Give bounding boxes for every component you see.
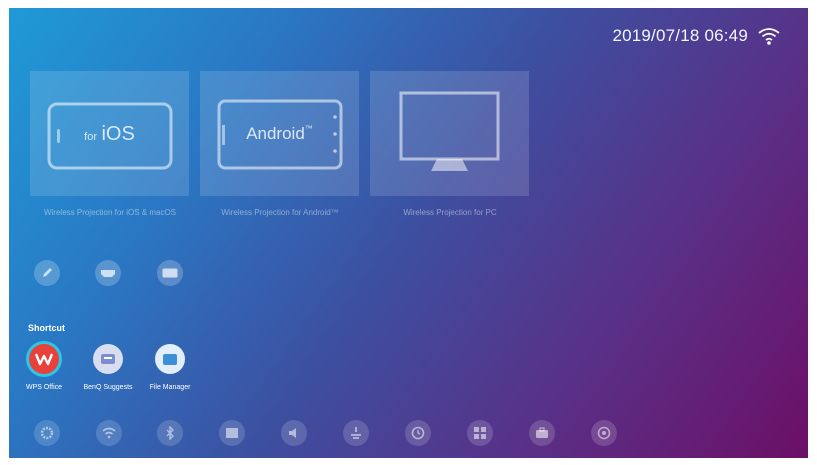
tile-ios-caption: Wireless Projection for iOS & macOS [43, 208, 177, 217]
tile-ios-title: for iOS [30, 123, 189, 146]
wifi-settings-icon[interactable] [96, 420, 122, 446]
monitor-icon [399, 91, 500, 171]
home-screen: 2019/07/18 06:49 for iOS Android™ Wirele… [9, 8, 808, 458]
tile-ios-title-small: for [84, 131, 98, 143]
shortcut-title: Shortcut [28, 323, 65, 333]
picture-icon[interactable] [219, 420, 245, 446]
target-icon[interactable] [591, 420, 617, 446]
benq-suggests-icon[interactable] [93, 344, 123, 374]
tile-android-projection[interactable]: Android™ [200, 71, 359, 196]
clock-icon[interactable] [405, 420, 431, 446]
pencil-icon[interactable] [34, 260, 60, 286]
sound-icon[interactable] [281, 420, 307, 446]
tile-android-title-big: Android [246, 124, 305, 143]
tile-ios-title-big: iOS [101, 123, 135, 145]
wifi-icon [758, 27, 780, 45]
apps-grid-icon[interactable] [467, 420, 493, 446]
tile-pc-caption: Wireless Projection for PC [403, 208, 497, 217]
keyboard-icon[interactable] [157, 260, 183, 286]
benq-suggests-label: BenQ Suggests [83, 384, 133, 391]
brightness-icon[interactable] [343, 420, 369, 446]
wps-office-icon[interactable] [29, 344, 59, 374]
tile-android-title: Android™ [200, 124, 359, 144]
briefcase-icon[interactable] [529, 420, 555, 446]
tile-pc-projection[interactable] [370, 71, 529, 196]
clock-datetime: 2019/07/18 06:49 [612, 26, 748, 45]
tile-android-caption: Wireless Projection for Android™ [221, 208, 339, 217]
file-manager-label: File Manager [149, 384, 191, 391]
hdmi-icon[interactable] [95, 260, 121, 286]
settings-gear-icon[interactable] [34, 420, 60, 446]
tile-android-tm: ™ [304, 124, 313, 133]
bluetooth-icon[interactable] [157, 420, 183, 446]
tile-ios-projection[interactable]: for iOS [30, 71, 189, 196]
wps-office-label: WPS Office [25, 384, 63, 391]
status-bar: 2019/07/18 06:49 [612, 26, 780, 46]
file-manager-icon[interactable] [155, 344, 185, 374]
